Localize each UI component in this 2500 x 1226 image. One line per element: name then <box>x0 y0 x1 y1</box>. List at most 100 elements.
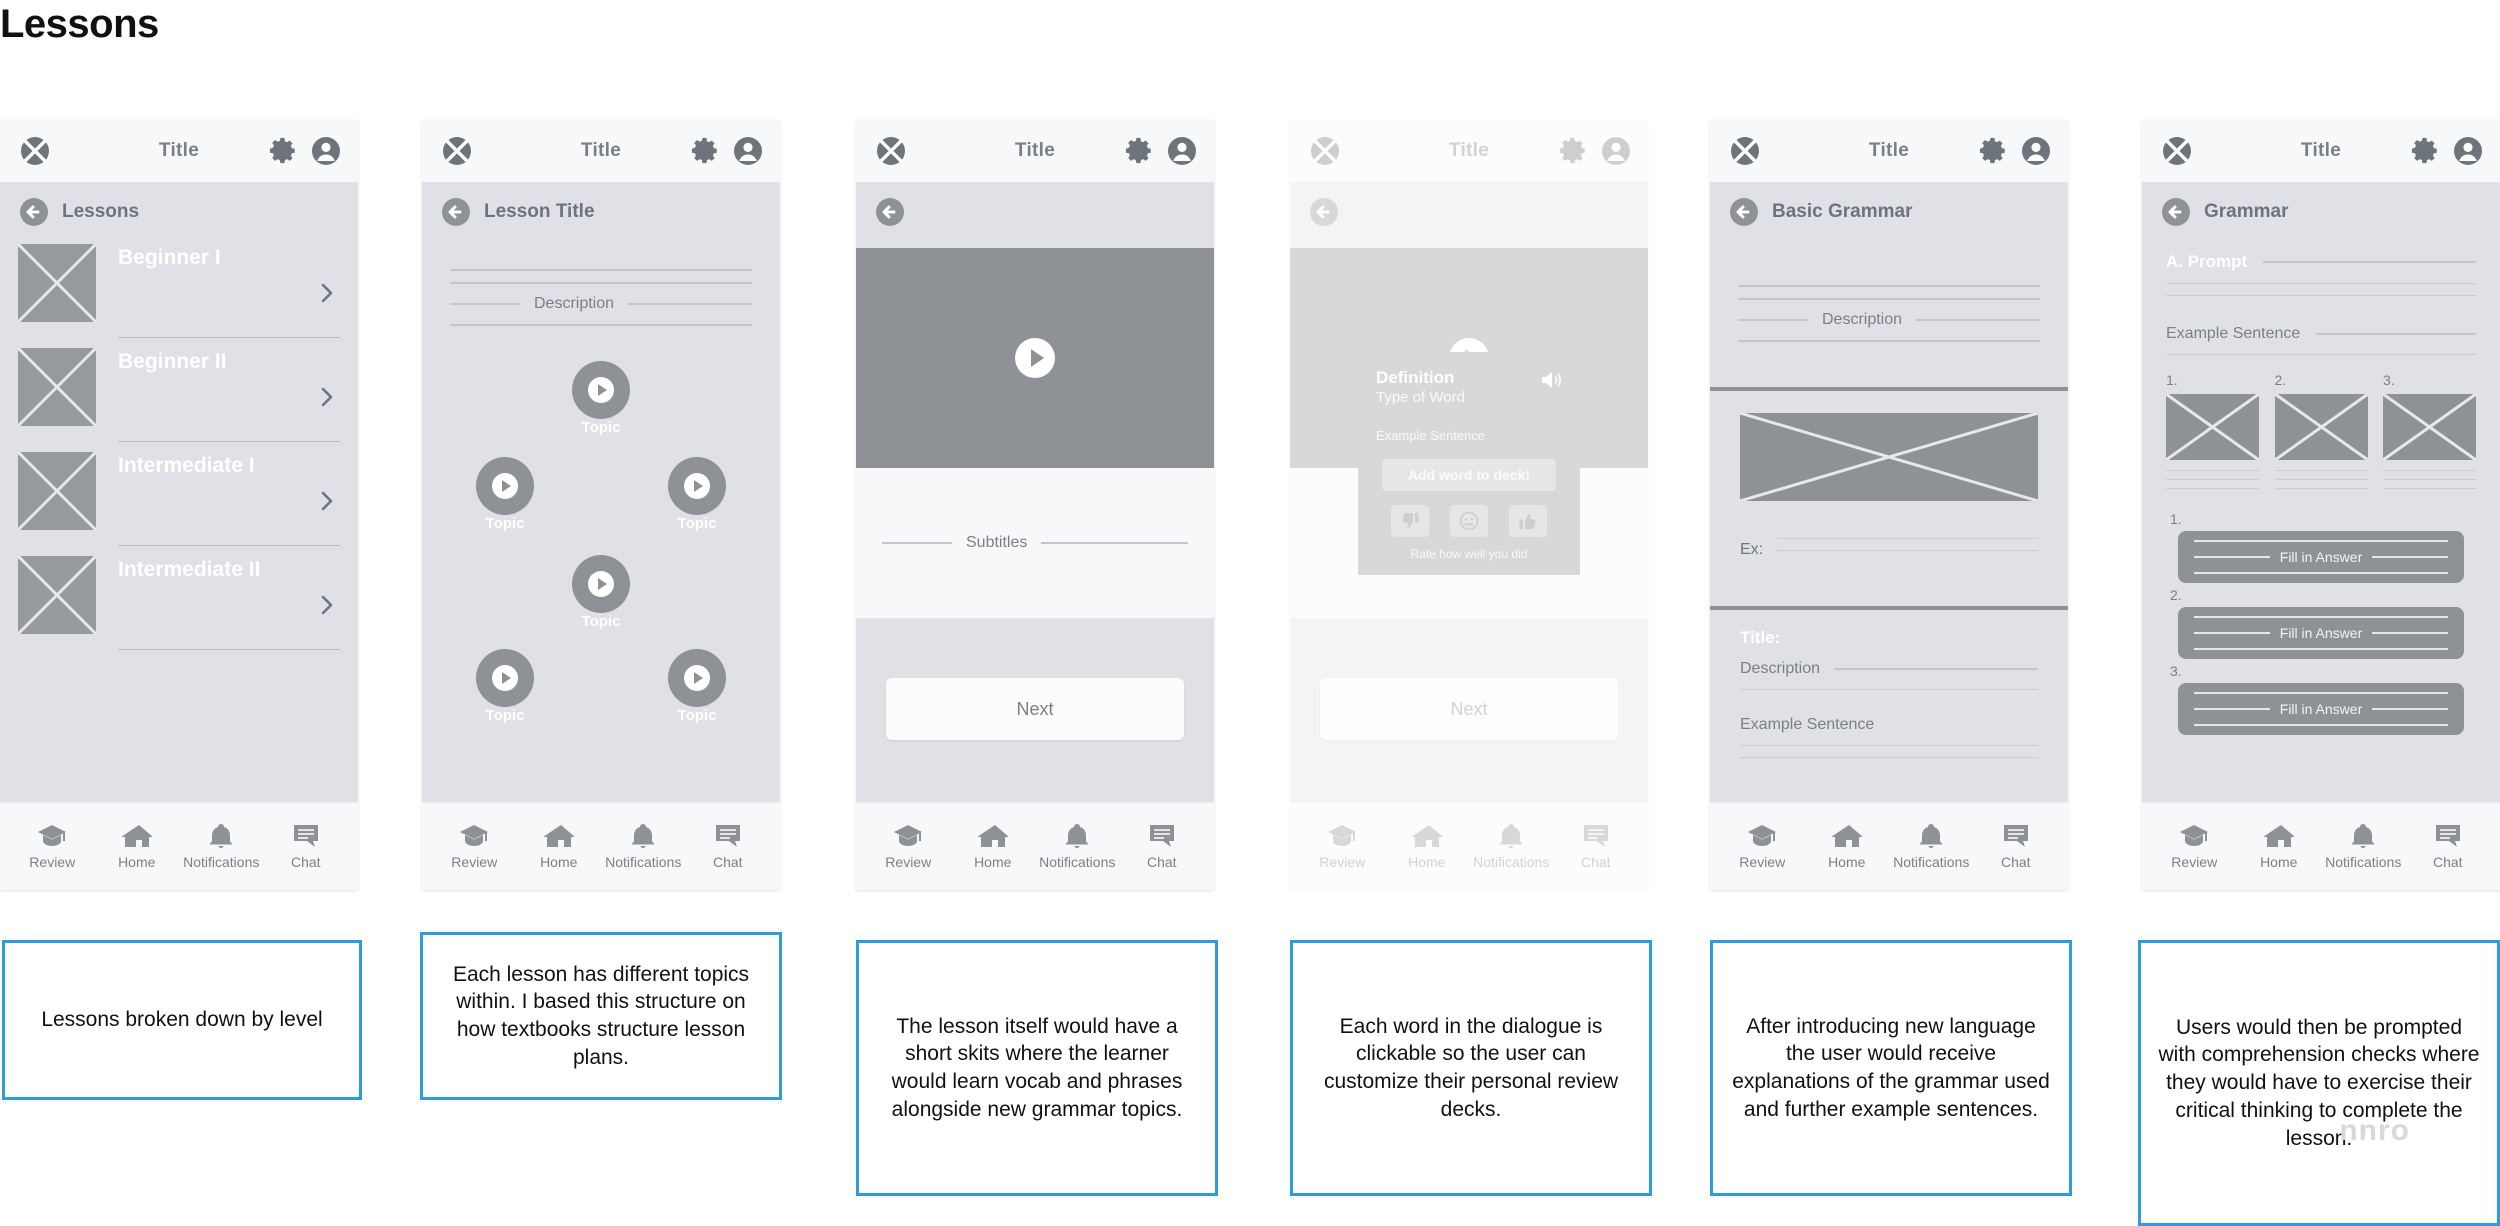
nav-item-notifications[interactable]: Notifications <box>1469 823 1554 870</box>
close-circle-icon[interactable] <box>874 134 908 168</box>
nav-item-review[interactable]: Review <box>1300 823 1385 870</box>
graduation-cap-icon <box>459 823 489 849</box>
back-arrow-icon[interactable] <box>1728 196 1760 228</box>
play-button-icon[interactable] <box>572 361 630 419</box>
topic-node[interactable]: Topic <box>642 457 752 533</box>
nav-item-chat[interactable]: Chat <box>1554 823 1639 870</box>
lesson-name: Intermediate II <box>118 558 261 581</box>
screen-lesson-title: Title Lesson Title Description Topic Top… <box>422 120 780 890</box>
graduation-cap-icon <box>1747 823 1777 849</box>
account-icon[interactable] <box>2020 135 2052 167</box>
next-button[interactable]: Next <box>1320 678 1618 740</box>
list-item[interactable]: Beginner I <box>18 240 340 340</box>
play-button-icon[interactable] <box>1015 338 1055 378</box>
fill-in-answer-input[interactable]: Fill in Answer <box>2178 607 2464 659</box>
play-button-icon[interactable] <box>476 649 534 707</box>
home-icon <box>120 823 153 849</box>
gear-icon[interactable] <box>690 135 722 167</box>
fill-in-answer-input[interactable]: Fill in Answer <box>2178 531 2464 583</box>
gear-icon[interactable] <box>1978 135 2010 167</box>
choice-item[interactable]: 1. <box>2165 372 2260 497</box>
nav-item-chat[interactable]: Chat <box>1120 823 1205 870</box>
back-arrow-icon[interactable] <box>874 196 906 228</box>
nav-item-chat[interactable]: Chat <box>264 823 349 870</box>
account-icon[interactable] <box>2452 135 2484 167</box>
back-arrow-icon[interactable] <box>440 196 472 228</box>
account-icon[interactable] <box>310 135 342 167</box>
topic-node[interactable]: Topic <box>450 649 560 725</box>
list-item[interactable]: Beginner II <box>18 344 340 444</box>
chevron-right-icon[interactable] <box>320 490 334 512</box>
nav-item-review[interactable]: Review <box>1720 823 1805 870</box>
close-circle-icon[interactable] <box>1728 134 1762 168</box>
topic-node[interactable]: Topic <box>546 361 656 437</box>
play-button-icon[interactable] <box>572 555 630 613</box>
screen-grammar-quiz: Title Grammar A. Prompt Example Sentence… <box>2142 120 2500 890</box>
back-arrow-icon[interactable] <box>1308 196 1340 228</box>
nav-item-home[interactable]: Home <box>951 823 1036 870</box>
nav-item-notifications[interactable]: Notifications <box>601 823 686 870</box>
back-arrow-icon[interactable] <box>18 196 50 228</box>
section-description-label: Description <box>1740 660 1821 677</box>
account-icon[interactable] <box>732 135 764 167</box>
next-button[interactable]: Next <box>886 678 1184 740</box>
nav-item-review[interactable]: Review <box>10 823 95 870</box>
nav-item-home[interactable]: Home <box>95 823 180 870</box>
play-button-icon[interactable] <box>668 457 726 515</box>
account-icon[interactable] <box>1600 135 1632 167</box>
nav-item-home[interactable]: Home <box>517 823 602 870</box>
input-line <box>2194 616 2448 618</box>
play-button-icon[interactable] <box>476 457 534 515</box>
choice-item[interactable]: 3. <box>2382 372 2477 497</box>
back-arrow-icon[interactable] <box>2160 196 2192 228</box>
nav-item-review[interactable]: Review <box>2152 823 2237 870</box>
close-circle-icon[interactable] <box>1308 134 1342 168</box>
video-player[interactable] <box>856 248 1214 468</box>
home-icon <box>1830 823 1863 849</box>
nav-label: Review <box>1319 854 1366 870</box>
choice-item[interactable]: 2. <box>2273 372 2369 497</box>
nav-item-home[interactable]: Home <box>1805 823 1890 870</box>
gear-icon[interactable] <box>268 135 300 167</box>
list-item[interactable]: Intermediate II <box>18 552 340 652</box>
input-line <box>2194 692 2448 694</box>
add-word-to-deck-button[interactable]: Add word to deck! <box>1382 459 1556 491</box>
close-circle-icon[interactable] <box>440 134 474 168</box>
nav-item-notifications[interactable]: Notifications <box>1035 823 1120 870</box>
nav-item-chat[interactable]: Chat <box>2406 823 2491 870</box>
nav-item-chat[interactable]: Chat <box>1974 823 2059 870</box>
gear-icon[interactable] <box>2410 135 2442 167</box>
grammar-detail-block: Title: Description Example Sentence <box>1710 610 2068 758</box>
nav-item-notifications[interactable]: Notifications <box>2321 823 2406 870</box>
chevron-right-icon[interactable] <box>320 282 334 304</box>
neutral-face-icon[interactable] <box>1449 505 1488 537</box>
sub-header-label: Grammar <box>2204 201 2289 222</box>
nav-item-review[interactable]: Review <box>866 823 951 870</box>
thumbs-up-icon[interactable] <box>1509 505 1548 537</box>
close-circle-icon[interactable] <box>2160 134 2194 168</box>
nav-item-review[interactable]: Review <box>432 823 517 870</box>
topic-node[interactable]: Topic <box>642 649 752 725</box>
fill-in-answer-input[interactable]: Fill in Answer <box>2178 683 2464 735</box>
nav-item-notifications[interactable]: Notifications <box>1889 823 1974 870</box>
play-button-icon[interactable] <box>668 649 726 707</box>
nav-label: Notifications <box>605 854 682 870</box>
gear-icon[interactable] <box>1124 135 1156 167</box>
prompt-row: A. Prompt <box>2142 240 2500 272</box>
chat-bubble-icon <box>2433 823 2463 849</box>
nav-item-home[interactable]: Home <box>1385 823 1470 870</box>
nav-item-chat[interactable]: Chat <box>686 823 771 870</box>
chevron-right-icon[interactable] <box>320 594 334 616</box>
nav-label: Chat <box>2432 854 2463 870</box>
gear-icon[interactable] <box>1558 135 1590 167</box>
close-circle-icon[interactable] <box>18 134 52 168</box>
nav-item-home[interactable]: Home <box>2237 823 2322 870</box>
topic-node[interactable]: Topic <box>546 555 656 631</box>
thumbs-down-icon[interactable] <box>1390 505 1429 537</box>
list-item[interactable]: Intermediate I <box>18 448 340 548</box>
topic-node[interactable]: Topic <box>450 457 560 533</box>
account-icon[interactable] <box>1166 135 1198 167</box>
chevron-right-icon[interactable] <box>320 386 334 408</box>
nav-item-notifications[interactable]: Notifications <box>179 823 264 870</box>
speaker-icon[interactable] <box>1540 370 1562 390</box>
